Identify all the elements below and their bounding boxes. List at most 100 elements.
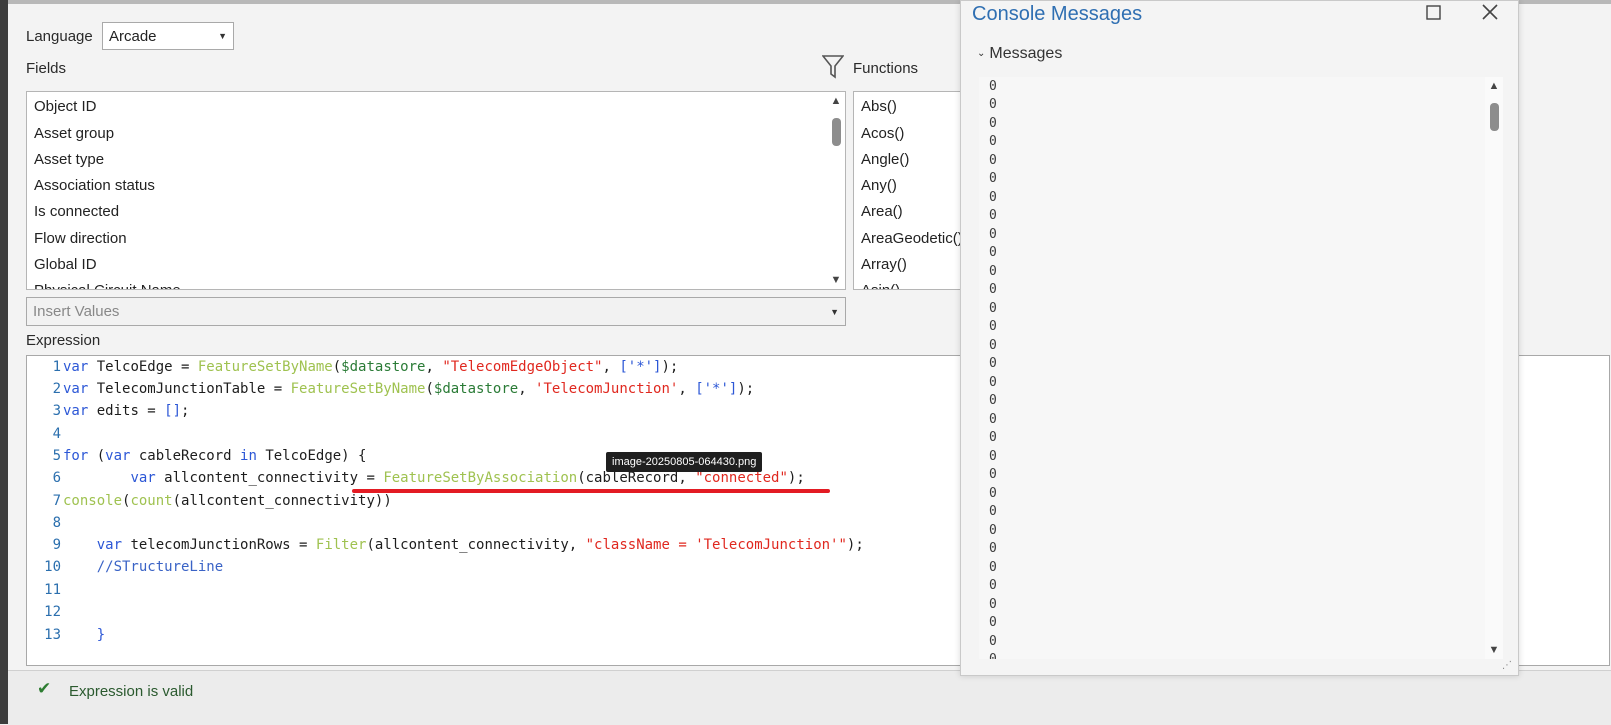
list-item: 0 <box>989 190 997 205</box>
chevron-down-icon: ▼ <box>218 31 227 41</box>
list-item[interactable]: Physical Circuit Name <box>34 282 181 289</box>
list-item: 0 <box>989 504 997 519</box>
list-item[interactable]: Area() <box>861 203 903 220</box>
list-item: 0 <box>989 615 997 630</box>
scroll-up-icon[interactable]: ▲ <box>827 95 845 107</box>
language-value: Arcade <box>109 27 157 45</box>
list-item[interactable]: Flow direction <box>34 230 127 247</box>
window-edge-left <box>0 0 8 724</box>
list-item[interactable]: Global ID <box>34 256 97 273</box>
list-item[interactable]: Is connected <box>34 203 119 220</box>
messages-list: 0 0 0 0 0 0 0 0 0 0 0 0 0 0 0 0 0 0 0 0 … <box>979 77 1503 659</box>
maximize-icon[interactable] <box>1423 1 1445 31</box>
list-item: 0 <box>989 578 997 593</box>
code-line: 11 <box>27 582 63 604</box>
code-line: 5 for (var cableRecord in TelcoEdge) { <box>27 448 367 470</box>
line-number: 9 <box>52 537 61 553</box>
list-item: 0 <box>989 227 997 242</box>
insert-values-select[interactable]: Insert Values ▼ <box>26 297 846 326</box>
fields-scrollbar[interactable]: ▲ ▼ <box>827 92 845 289</box>
list-item: 0 <box>989 560 997 575</box>
list-item: 0 <box>989 523 997 538</box>
code-line: 12 <box>27 604 63 626</box>
list-item[interactable]: Object ID <box>34 98 97 115</box>
console-title: Console Messages <box>972 3 1143 25</box>
line-number: 3 <box>52 403 61 419</box>
language-label: Language <box>26 28 93 45</box>
list-item[interactable]: Asset type <box>34 151 104 168</box>
fields-list: Object ID Asset group Asset type Associa… <box>26 91 846 290</box>
functions-list: Abs() Acos() Angle() Any() Area() AreaGe… <box>853 91 973 290</box>
list-item: 0 <box>989 153 997 168</box>
list-item[interactable]: Abs() <box>861 98 897 115</box>
code-line: 3 var edits = []; <box>27 403 190 425</box>
list-item: 0 <box>989 301 997 316</box>
fields-label: Fields <box>26 60 67 77</box>
list-item[interactable]: Array() <box>861 256 907 273</box>
list-item: 0 <box>989 634 997 649</box>
list-item: 0 <box>989 116 997 131</box>
list-item: 0 <box>989 319 997 334</box>
list-item: 0 <box>989 597 997 612</box>
list-item[interactable]: Asin() <box>861 282 900 289</box>
list-item[interactable]: Acos() <box>861 125 904 142</box>
line-number: 10 <box>44 559 61 575</box>
chevron-down-icon: ⌄ <box>977 48 986 59</box>
filter-icon[interactable] <box>821 54 845 85</box>
list-item: 0 <box>989 171 997 186</box>
code-line: 1 var TelcoEdge = FeatureSetByName($data… <box>27 359 679 381</box>
code-line: 4 <box>27 426 63 448</box>
list-item: 0 <box>989 486 997 501</box>
line-number: 5 <box>52 448 61 464</box>
list-item: 0 <box>989 449 997 464</box>
line-number: 2 <box>52 381 61 397</box>
check-icon: ✔ <box>37 679 52 698</box>
scroll-up-icon[interactable]: ▲ <box>1485 80 1503 92</box>
close-icon[interactable] <box>1479 1 1501 31</box>
list-item[interactable]: Asset group <box>34 125 114 142</box>
list-item: 0 <box>989 208 997 223</box>
image-tooltip: image-20250805-064430.png <box>606 452 763 472</box>
code-line: 9 var telecomJunctionRows = Filter(allco… <box>27 537 864 559</box>
code-line: 8 <box>27 515 63 537</box>
messages-section-header[interactable]: ⌄ Messages <box>977 45 1062 63</box>
list-item: 0 <box>989 97 997 112</box>
console-messages-panel: Console Messages ⌄ Messages 0 0 0 0 0 0 0… <box>960 0 1519 676</box>
list-item[interactable]: AreaGeodetic() <box>861 230 963 247</box>
functions-label: Functions <box>853 60 919 77</box>
list-item: 0 <box>989 375 997 390</box>
expression-label: Expression <box>26 332 101 349</box>
line-number: 4 <box>52 426 61 442</box>
messages-scrollbar[interactable]: ▲ ▼ <box>1485 77 1503 659</box>
list-item: 0 <box>989 134 997 149</box>
list-item[interactable]: Any() <box>861 177 897 194</box>
code-line: 2 var TelecomJunctionTable = FeatureSetB… <box>27 381 755 403</box>
line-number: 12 <box>44 604 61 620</box>
red-annotation-underline <box>352 489 830 493</box>
chevron-down-icon: ▼ <box>830 306 839 317</box>
line-number: 1 <box>52 359 61 375</box>
list-item: 0 <box>989 430 997 445</box>
status-text: Expression is valid <box>69 683 194 700</box>
list-item: 0 <box>989 264 997 279</box>
line-number: 7 <box>52 493 61 509</box>
messages-section-label: Messages <box>989 45 1063 62</box>
list-item[interactable]: Association status <box>34 177 155 194</box>
line-number: 11 <box>44 582 61 598</box>
list-item[interactable]: Angle() <box>861 151 909 168</box>
scroll-down-icon[interactable]: ▼ <box>827 274 845 286</box>
code-line: 13 } <box>27 627 105 649</box>
line-number: 13 <box>44 627 61 643</box>
line-number: 6 <box>52 470 61 486</box>
scroll-thumb[interactable] <box>832 118 841 146</box>
code-line: 10 //STructureLine <box>27 559 223 581</box>
scroll-thumb[interactable] <box>1490 103 1499 131</box>
list-item: 0 <box>989 652 997 659</box>
scroll-down-icon[interactable]: ▼ <box>1485 644 1503 656</box>
status-bar <box>8 670 1611 725</box>
list-item: 0 <box>989 467 997 482</box>
language-select[interactable]: Arcade ▼ <box>102 22 234 50</box>
list-item: 0 <box>989 282 997 297</box>
line-number: 8 <box>52 515 61 531</box>
resize-grip-icon[interactable]: ⋰ <box>1502 660 1512 671</box>
